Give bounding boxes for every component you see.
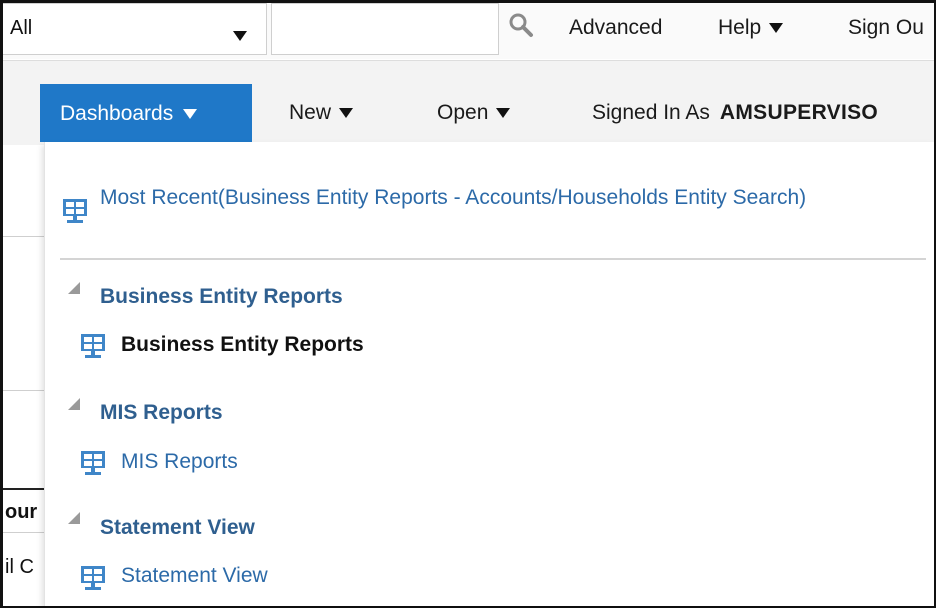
new-menu-label: New [289,101,332,124]
search-scope-select[interactable]: All [3,3,267,55]
signed-in-label: Signed In As [592,101,710,124]
open-menu[interactable]: Open [437,101,511,125]
dashboards-menu-button[interactable]: Dashboards [40,84,252,142]
expanded-triangle-icon[interactable] [68,282,80,294]
new-menu[interactable]: New [289,101,354,125]
background-divider [3,390,44,391]
search-scope-value: All [10,17,33,39]
section-heading-business-entity[interactable]: Business Entity Reports [100,285,343,309]
dropdown-divider [60,258,926,260]
statement-view-link[interactable]: Statement View [121,564,268,588]
dashboard-icon [81,334,105,358]
chevron-down-icon [183,109,198,120]
chevron-down-icon [496,108,511,119]
dashboard-icon [63,199,87,223]
background-text-fragment: il C [5,556,34,578]
most-recent-dashboard-link[interactable]: Most Recent(Business Entity Reports - Ac… [100,183,880,212]
mis-reports-link[interactable]: MIS Reports [121,450,238,474]
open-menu-label: Open [437,101,489,124]
section-heading-mis-reports[interactable]: MIS Reports [100,401,223,425]
expanded-triangle-icon[interactable] [68,512,80,524]
business-entity-reports-link[interactable]: Business Entity Reports [121,333,364,357]
help-menu-label: Help [718,16,762,39]
search-input[interactable] [271,3,499,55]
chevron-down-icon [233,24,247,47]
search-icon[interactable] [508,12,534,38]
background-divider [3,488,44,490]
chevron-down-icon [339,108,354,119]
help-menu[interactable]: Help [718,16,784,40]
dashboards-menu-label: Dashboards [60,102,174,125]
expanded-triangle-icon[interactable] [68,398,80,410]
dashboard-icon [81,451,105,475]
dashboard-icon [81,566,105,590]
sign-out-link[interactable]: Sign Ou [848,16,924,40]
signed-in-info: Signed In As AMSUPERVISO [592,101,878,125]
background-divider [3,236,44,237]
signed-in-user[interactable]: AMSUPERVISO [720,101,878,124]
chevron-down-icon [769,23,784,34]
advanced-search-link[interactable]: Advanced [569,16,662,40]
background-divider [3,532,44,533]
background-text-fragment: our [5,501,38,523]
section-heading-statement-view[interactable]: Statement View [100,516,255,540]
